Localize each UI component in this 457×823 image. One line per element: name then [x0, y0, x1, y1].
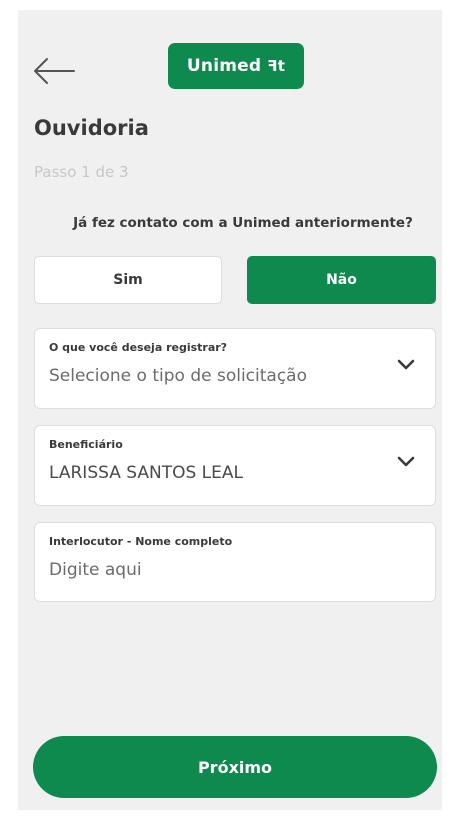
interlocutor-name-label: Interlocutor - Nome completo	[49, 535, 233, 548]
contact-question: Já fez contato com a Unimed anteriorment…	[73, 215, 413, 231]
next-button-label: Próximo	[197, 757, 273, 777]
step-indicator: Passo 1 de 3	[34, 163, 129, 181]
interlocutor-name-field[interactable]: Interlocutor - Nome completo Digite aqui	[34, 522, 436, 602]
beneficiary-label: Beneficiário	[49, 438, 123, 451]
option-no-label: Não	[326, 272, 357, 288]
option-yes-label: Sim	[113, 272, 143, 288]
app-screen: Unimed ꟻt Ouvidoria Passo 1 de 3 Já fez …	[18, 10, 442, 810]
request-type-label: O que você deseja registrar?	[49, 341, 228, 354]
interlocutor-name-placeholder[interactable]: Digite aqui	[49, 560, 142, 580]
option-yes-button[interactable]: Sim	[34, 256, 222, 304]
logo-mark: ꟻt	[267, 57, 286, 75]
request-type-select[interactable]: O que você deseja registrar? Selecione o…	[34, 328, 436, 409]
chevron-down-icon	[397, 359, 415, 370]
back-button[interactable]	[32, 54, 76, 88]
logo-text: Unimed	[186, 56, 262, 76]
arrow-left-icon	[34, 58, 75, 84]
beneficiary-select[interactable]: Beneficiário LARISSA SANTOS LEAL	[34, 425, 436, 506]
unimed-logo: Unimed ꟻt	[168, 43, 304, 89]
page-title: Ouvidoria	[34, 116, 149, 140]
request-type-placeholder: Selecione o tipo de solicitação	[49, 366, 308, 386]
next-button[interactable]: Próximo	[33, 736, 437, 798]
beneficiary-value: LARISSA SANTOS LEAL	[49, 463, 243, 483]
chevron-down-icon	[397, 456, 415, 467]
option-no-button[interactable]: Não	[247, 256, 436, 304]
